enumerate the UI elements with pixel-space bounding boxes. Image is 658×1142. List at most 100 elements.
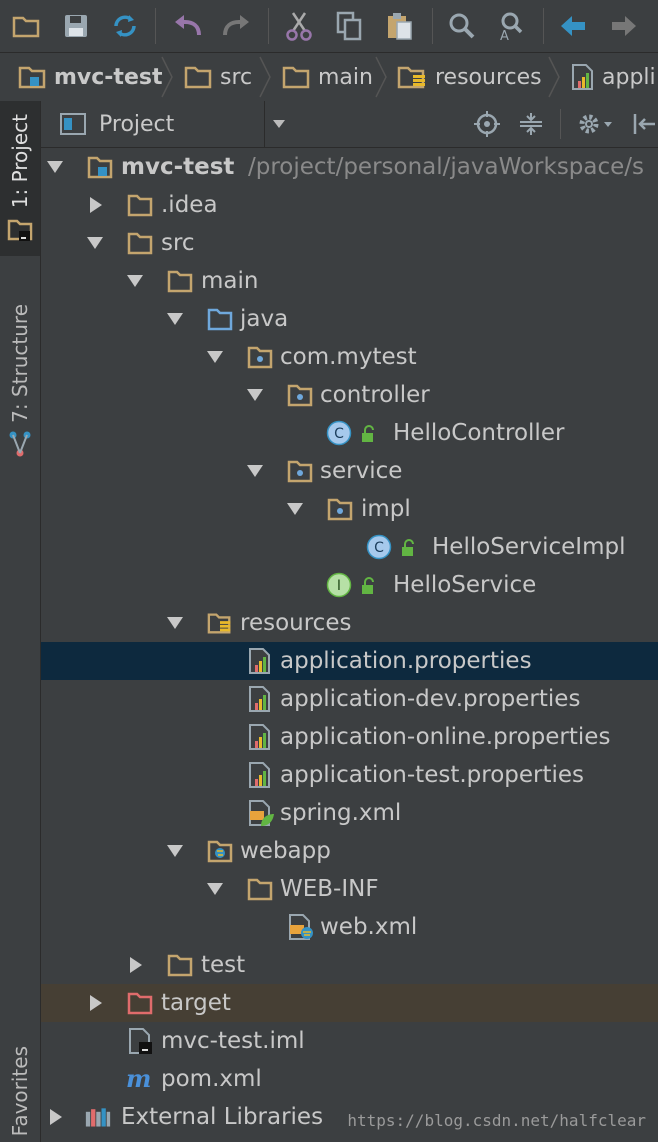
breadcrumb-separator-icon <box>548 56 560 98</box>
tree-item-label: HelloServiceImpl <box>432 534 626 560</box>
tree-item-java[interactable]: java <box>41 300 658 338</box>
tree-item-package-com-mytest[interactable]: com.mytest <box>41 338 658 376</box>
back-icon[interactable] <box>555 8 591 44</box>
tree-item-main[interactable]: main <box>41 262 658 300</box>
expanded-arrow-icon[interactable] <box>85 224 105 262</box>
class-badge: C <box>334 426 344 442</box>
tree-item-label: src <box>161 230 195 256</box>
collapse-all-icon[interactable] <box>518 111 544 137</box>
expanded-arrow-icon[interactable] <box>125 262 145 300</box>
tree-item-label: com.mytest <box>280 344 417 370</box>
tree-item-test[interactable]: test <box>41 946 658 984</box>
breadcrumb-label: mvc-test <box>54 64 163 90</box>
module-file-icon <box>129 1028 152 1054</box>
interface-icon: I <box>326 572 352 598</box>
expanded-arrow-icon[interactable] <box>165 604 185 642</box>
breadcrumb-item-mvc-test[interactable]: mvc-test <box>18 53 163 101</box>
tab-favorites[interactable]: Favorites <box>0 1041 40 1142</box>
tree-item-label: application-online.properties <box>280 724 611 750</box>
tree-item-label: main <box>201 268 259 294</box>
tab-structure-label: 7: Structure <box>8 303 32 423</box>
expanded-arrow-icon[interactable] <box>245 376 265 414</box>
properties-file-icon <box>249 724 270 750</box>
tree-item-application-online-properties[interactable]: application-online.properties <box>41 718 658 756</box>
redo-icon[interactable] <box>218 8 254 44</box>
lock-open-icon <box>362 425 374 442</box>
expanded-arrow-icon[interactable] <box>205 870 225 908</box>
sync-icon[interactable] <box>107 8 143 44</box>
maven-icon: m <box>126 1067 151 1091</box>
expanded-arrow-icon[interactable] <box>245 452 265 490</box>
hide-panel-icon[interactable] <box>631 111 657 137</box>
breadcrumb-item-properties[interactable]: appli <box>570 53 656 101</box>
folder-icon <box>282 66 310 89</box>
collapsed-arrow-icon[interactable] <box>46 1098 66 1136</box>
tree-item-spring-xml[interactable]: spring.xml <box>41 794 658 832</box>
find-icon[interactable] <box>444 8 480 44</box>
breadcrumb-item-resources[interactable]: resources <box>397 53 542 101</box>
tree-item-web-xml[interactable]: web.xml <box>41 908 658 946</box>
replace-icon[interactable]: A <box>492 8 528 44</box>
expanded-arrow-icon[interactable] <box>205 338 225 376</box>
breadcrumb-label: src <box>220 64 253 90</box>
collapsed-arrow-icon[interactable] <box>126 946 146 984</box>
tree-item-hello-controller[interactable]: C HelloController <box>41 414 658 452</box>
tree-item-web-inf[interactable]: WEB-INF <box>41 870 658 908</box>
tree-item-application-properties[interactable]: application.properties <box>41 642 658 680</box>
tab-project[interactable]: 1: Project <box>0 101 40 256</box>
tree-item-label: application-dev.properties <box>280 686 581 712</box>
tree-item-webapp[interactable]: webapp <box>41 832 658 870</box>
tree-item-label: application-test.properties <box>280 762 585 788</box>
locate-icon[interactable] <box>474 111 500 137</box>
tree-item-application-dev-properties[interactable]: application-dev.properties <box>41 680 658 718</box>
folder-icon <box>247 878 273 901</box>
svg-text:m: m <box>126 1067 151 1091</box>
lock-open-icon <box>362 577 374 594</box>
tree-item-hello-service[interactable]: I HelloService <box>41 566 658 604</box>
tree-item-mvc-test[interactable]: mvc-test /project/personal/javaWorkspace… <box>41 148 658 186</box>
collapsed-arrow-icon[interactable] <box>86 984 106 1022</box>
web-xml-icon <box>289 914 313 940</box>
tree-item-hello-service-impl[interactable]: C HelloServiceImpl <box>41 528 658 566</box>
paste-icon[interactable] <box>382 8 418 44</box>
collapsed-arrow-icon[interactable] <box>86 186 106 224</box>
project-panel-header: Project <box>41 101 658 148</box>
tree-item-label: HelloController <box>393 420 565 446</box>
class-icon: C <box>326 420 352 446</box>
interface-badge: I <box>337 578 341 594</box>
main-toolbar: A <box>0 0 658 53</box>
package-icon <box>247 346 273 369</box>
tree-item-target[interactable]: target <box>41 984 658 1022</box>
tree-item-pom-xml[interactable]: m pom.xml <box>41 1060 658 1098</box>
save-icon[interactable] <box>58 8 94 44</box>
breadcrumb-item-src[interactable]: src <box>184 53 252 101</box>
expanded-arrow-icon[interactable] <box>285 490 305 528</box>
expanded-arrow-icon[interactable] <box>45 148 65 186</box>
tree-item-path: /project/personal/javaWorkspace/s <box>248 154 645 180</box>
gear-icon[interactable] <box>576 111 614 137</box>
tree-item-label: HelloService <box>393 572 537 598</box>
expanded-arrow-icon[interactable] <box>165 300 185 338</box>
tree-item-src[interactable]: src <box>41 224 658 262</box>
tree-item-label: test <box>201 952 246 978</box>
tree-item-package-impl[interactable]: impl <box>41 490 658 528</box>
tree-item-idea[interactable]: .idea <box>41 186 658 224</box>
breadcrumb-item-main[interactable]: main <box>282 53 373 101</box>
cut-icon[interactable] <box>281 8 317 44</box>
tree-item-package-controller[interactable]: controller <box>41 376 658 414</box>
tree-item-resources[interactable]: resources <box>41 604 658 642</box>
properties-file-icon <box>249 648 270 674</box>
project-view-selector[interactable]: Project <box>59 111 286 137</box>
expanded-arrow-icon[interactable] <box>165 832 185 870</box>
open-folder-icon[interactable] <box>8 8 44 44</box>
tree-item-application-test-properties[interactable]: application-test.properties <box>41 756 658 794</box>
breadcrumb-label: main <box>318 64 373 90</box>
tab-structure[interactable]: 7: Structure <box>0 291 40 471</box>
breadcrumb-label: appli <box>602 64 656 90</box>
class-badge: C <box>374 540 384 556</box>
tree-item-package-service[interactable]: service <box>41 452 658 490</box>
undo-icon[interactable] <box>170 8 206 44</box>
forward-icon[interactable] <box>606 8 642 44</box>
copy-icon[interactable] <box>331 8 367 44</box>
tree-item-mvc-test-iml[interactable]: mvc-test.iml <box>41 1022 658 1060</box>
